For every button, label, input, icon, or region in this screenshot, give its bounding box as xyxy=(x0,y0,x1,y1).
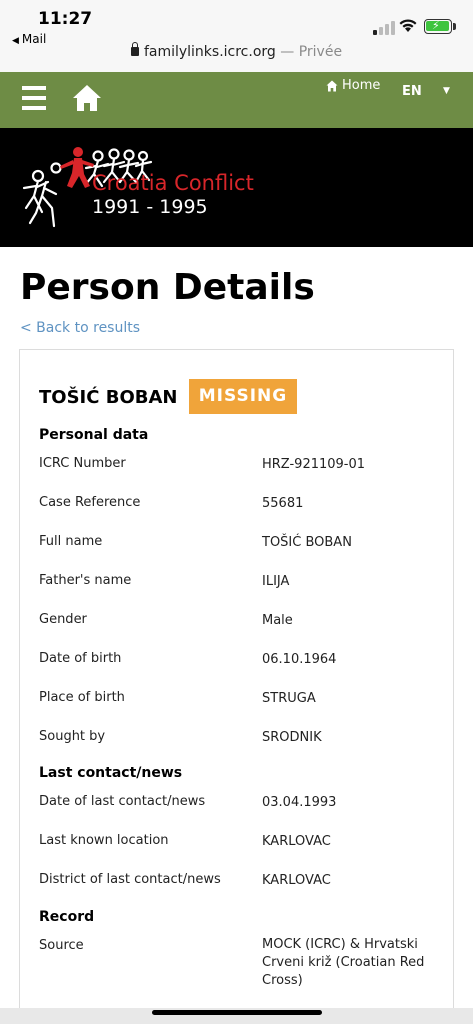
person-details-card: TOŠIĆ BOBAN MISSING Personal data ICRC N… xyxy=(19,349,454,1024)
url-text: familylinks.icrc.org xyxy=(143,44,276,60)
row-label-gender: Gender xyxy=(39,612,87,627)
banner-years: 1991 - 1995 xyxy=(92,196,208,218)
home-link[interactable]: Home xyxy=(326,78,380,93)
privacy-label: Privée xyxy=(298,44,343,60)
row-label-sought-by: Sought by xyxy=(39,729,106,744)
status-badge: MISSING xyxy=(189,379,297,414)
row-label-date-of-last-contact: Date of last contact/news xyxy=(39,794,206,809)
row-value-icrc-number: HRZ-921109-01 xyxy=(262,457,366,472)
row-value-source: MOCK (ICRC) & Hrvatski Crveni križ (Croa… xyxy=(262,937,425,988)
section-title-personal-data: Personal data xyxy=(39,427,149,443)
row-label-source: Source xyxy=(39,938,84,953)
row-value-fathers-name: ILIJA xyxy=(262,574,290,589)
cellular-signal-icon xyxy=(373,21,395,35)
row-label-place-of-birth: Place of birth xyxy=(39,690,125,705)
lock-icon xyxy=(130,42,139,56)
small-home-icon xyxy=(326,80,338,91)
row-label-full-name: Full name xyxy=(39,534,103,549)
row-value-place-of-birth: STRUGA xyxy=(262,691,316,706)
row-label-date-of-birth: Date of birth xyxy=(39,651,122,666)
row-label-case-reference: Case Reference xyxy=(39,495,141,510)
row-label-district-of-last-contact: District of last contact/news xyxy=(39,872,221,887)
row-value-gender: Male xyxy=(262,613,293,628)
row-label-fathers-name: Father's name xyxy=(39,573,132,588)
row-label-last-known-location: Last known location xyxy=(39,833,169,848)
row-value-date-of-birth: 06.10.1964 xyxy=(262,652,337,667)
header-banner: Croatia Conflict 1991 - 1995 xyxy=(0,128,473,247)
banner-title: Croatia Conflict xyxy=(92,171,254,195)
row-value-date-of-last-contact: 03.04.1993 xyxy=(262,795,337,810)
clock: 11:27 xyxy=(38,9,93,29)
row-label-icrc-number: ICRC Number xyxy=(39,456,126,471)
section-title-last-contact: Last contact/news xyxy=(39,765,183,781)
home-icon[interactable] xyxy=(72,84,102,112)
battery-tip xyxy=(453,23,456,30)
top-navigation-bar: Home EN ▼ xyxy=(0,72,473,128)
row-value-full-name: TOŠIĆ BOBAN xyxy=(262,535,352,550)
page-title: Person Details xyxy=(20,267,315,308)
row-value-last-known-location: KARLOVAC xyxy=(262,834,331,849)
wifi-icon xyxy=(399,19,417,32)
row-value-district-of-last-contact: KARLOVAC xyxy=(262,873,331,888)
browser-status-bar: 11:27 ◀ Mail ⚡ familylinks.icrc.org — Pri… xyxy=(0,0,473,72)
dropdown-caret-icon[interactable]: ▼ xyxy=(443,86,450,96)
language-selector[interactable]: EN xyxy=(402,84,422,99)
row-value-case-reference: 55681 xyxy=(262,496,304,511)
url-separator: — xyxy=(280,44,295,60)
person-name: TOŠIĆ BOBAN xyxy=(39,387,178,408)
menu-icon[interactable] xyxy=(22,86,46,110)
home-indicator-bar[interactable] xyxy=(152,1010,322,1015)
home-link-label: Home xyxy=(342,78,381,93)
section-title-record: Record xyxy=(39,909,95,925)
url-bar[interactable]: familylinks.icrc.org — Privée xyxy=(0,42,473,60)
charging-bolt-icon: ⚡ xyxy=(432,19,440,32)
back-to-results-link[interactable]: < Back to results xyxy=(20,320,140,336)
row-value-sought-by: SRODNIK xyxy=(262,730,322,745)
